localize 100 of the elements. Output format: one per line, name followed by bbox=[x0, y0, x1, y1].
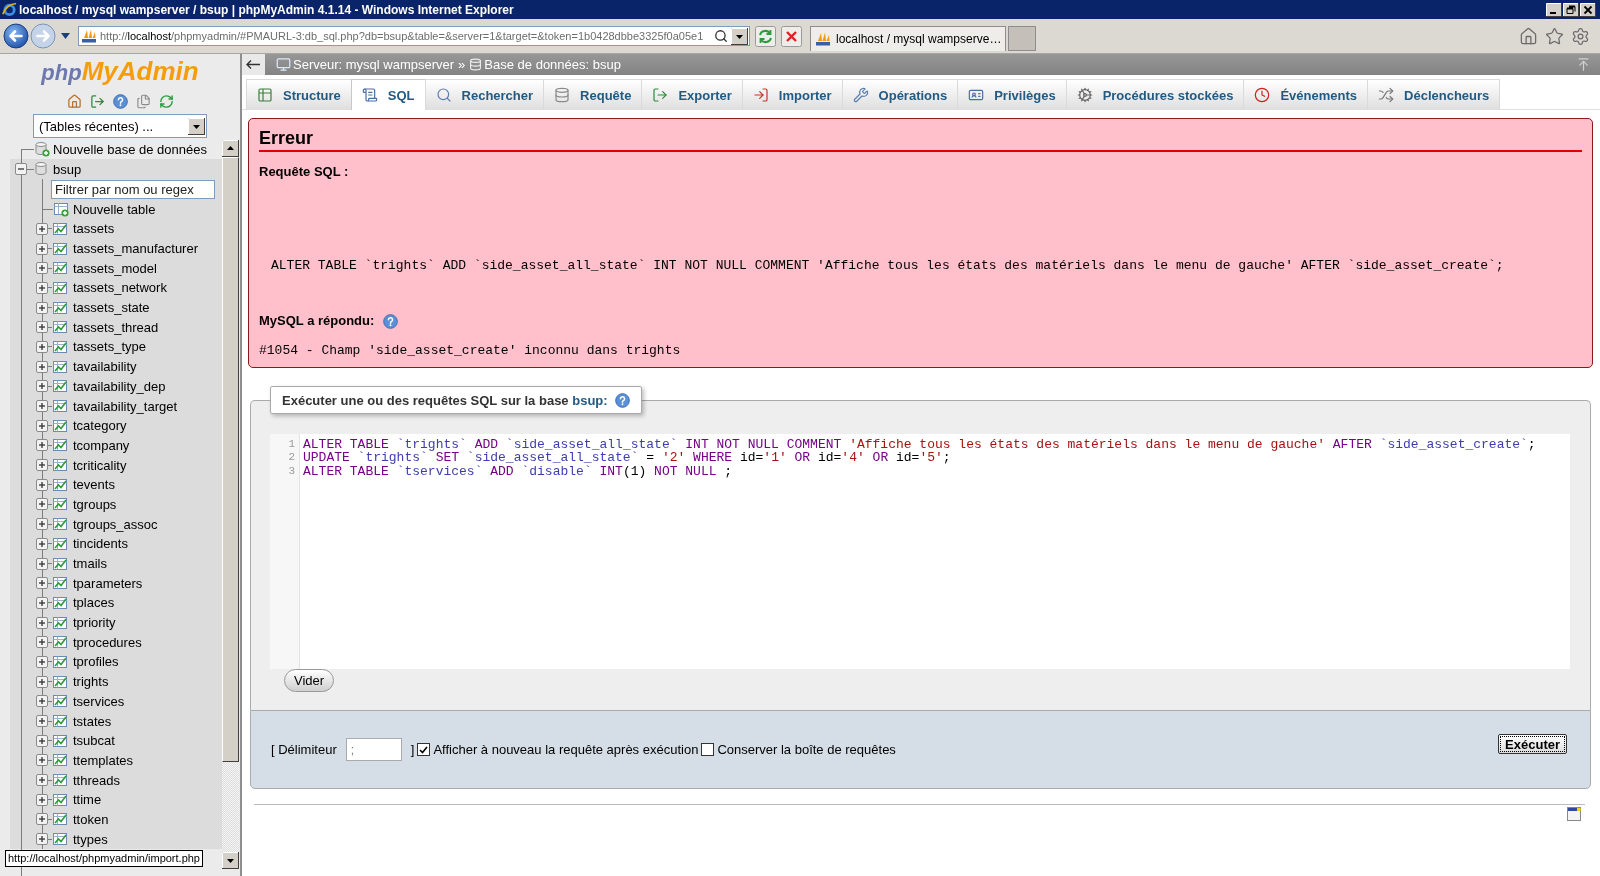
plus-box-icon[interactable] bbox=[36, 301, 48, 314]
plus-box-icon[interactable] bbox=[36, 577, 48, 590]
plus-box-icon[interactable] bbox=[36, 281, 48, 294]
plus-box-icon[interactable] bbox=[36, 242, 48, 255]
clear-button[interactable]: Vider bbox=[284, 669, 335, 692]
plus-box-icon[interactable] bbox=[36, 715, 48, 728]
plus-box-icon[interactable] bbox=[36, 813, 48, 826]
close-icon[interactable] bbox=[1580, 2, 1596, 17]
table-link[interactable]: tgroups bbox=[73, 496, 117, 512]
address-field[interactable]: http://localhost/phpmyadmin/#PMAURL-3:db_sql.php?db=bsup&table=&server=1&target=&token=1b0428dbbe3325f0a05e1 bbox=[78, 26, 750, 46]
table-link[interactable]: tassets_state bbox=[73, 300, 150, 316]
table-link[interactable]: tassets_type bbox=[73, 339, 146, 355]
recent-tables-select[interactable]: (Tables récentes) ... bbox=[33, 114, 207, 138]
home-icon[interactable] bbox=[1519, 26, 1538, 46]
search-icon[interactable] bbox=[714, 29, 728, 43]
logo-text[interactable]: phpMyAdmin bbox=[0, 58, 240, 86]
plus-box-icon[interactable] bbox=[36, 655, 48, 668]
plus-box-icon[interactable] bbox=[36, 518, 48, 531]
restore-icon[interactable] bbox=[1563, 2, 1579, 17]
database-link[interactable]: bsup bbox=[53, 161, 82, 177]
home-icon[interactable] bbox=[66, 93, 82, 109]
plus-box-icon[interactable] bbox=[36, 222, 48, 235]
plus-box-icon[interactable] bbox=[36, 419, 48, 432]
dropdown-arrow-icon[interactable] bbox=[188, 117, 205, 135]
tab[interactable]: Exporter bbox=[641, 79, 743, 110]
plus-box-icon[interactable] bbox=[36, 340, 48, 353]
table-link[interactable]: tevents bbox=[73, 477, 115, 493]
caret-icon[interactable] bbox=[61, 33, 70, 39]
delimiter-field[interactable]: ; bbox=[345, 738, 402, 761]
plus-box-icon[interactable] bbox=[36, 537, 48, 550]
plus-box-icon[interactable] bbox=[36, 695, 48, 708]
table-link[interactable]: tassets_thread bbox=[73, 319, 159, 335]
database-link[interactable]: bsup: bbox=[572, 392, 608, 408]
checkbox[interactable] bbox=[701, 743, 715, 756]
table-link[interactable]: tavailability bbox=[73, 359, 137, 375]
execute-button[interactable]: Exécuter bbox=[1498, 734, 1567, 754]
plus-box-icon[interactable] bbox=[36, 360, 48, 373]
plus-box-icon[interactable] bbox=[36, 754, 48, 767]
tab[interactable]: Privilèges bbox=[957, 79, 1067, 110]
table-link[interactable]: tpriority bbox=[73, 615, 116, 631]
table-link[interactable]: tparameters bbox=[73, 575, 143, 591]
table-link[interactable]: tsubcat bbox=[73, 733, 115, 749]
tab[interactable]: Structure bbox=[246, 79, 352, 110]
table-link[interactable]: trights bbox=[73, 674, 109, 690]
plus-box-icon[interactable] bbox=[36, 833, 48, 846]
stop-icon[interactable] bbox=[781, 25, 802, 47]
plus-box-icon[interactable] bbox=[36, 321, 48, 334]
table-link[interactable]: tincidents bbox=[73, 536, 128, 552]
plus-box-icon[interactable] bbox=[36, 439, 48, 452]
table-link[interactable]: tavailability_target bbox=[73, 398, 178, 414]
plus-box-icon[interactable] bbox=[36, 380, 48, 393]
scrollbar-track[interactable] bbox=[222, 140, 239, 869]
plus-box-icon[interactable] bbox=[36, 459, 48, 472]
table-link[interactable]: tstates bbox=[73, 713, 112, 729]
tab[interactable]: Déclencheurs bbox=[1367, 79, 1501, 110]
new-database-link[interactable]: Nouvelle base de données bbox=[53, 141, 207, 157]
refresh-icon[interactable] bbox=[755, 25, 776, 47]
checkbox[interactable] bbox=[417, 743, 431, 756]
table-link[interactable]: tassets_model bbox=[73, 260, 157, 276]
tab[interactable]: SQL bbox=[350, 79, 426, 110]
table-link[interactable]: ttoken bbox=[73, 811, 109, 827]
table-link[interactable]: tmails bbox=[73, 556, 107, 572]
plus-box-icon[interactable] bbox=[36, 616, 48, 629]
table-link[interactable]: tthreads bbox=[73, 772, 120, 788]
help-icon[interactable] bbox=[112, 93, 128, 109]
table-link[interactable]: ttemplates bbox=[73, 752, 133, 768]
new-table-link[interactable]: Nouvelle table bbox=[73, 201, 156, 217]
plus-box-icon[interactable] bbox=[36, 478, 48, 491]
tab[interactable]: Requête bbox=[543, 79, 643, 110]
table-link[interactable]: tgroups_assoc bbox=[73, 516, 158, 532]
plus-box-icon[interactable] bbox=[36, 675, 48, 688]
plus-box-icon[interactable] bbox=[36, 400, 48, 413]
table-link[interactable]: tavailability_dep bbox=[73, 378, 166, 394]
minus-box-icon[interactable] bbox=[15, 163, 27, 175]
table-link[interactable]: tcriticality bbox=[73, 457, 127, 473]
dropdown-arrow-icon[interactable] bbox=[731, 27, 748, 45]
plus-box-icon[interactable] bbox=[36, 557, 48, 570]
plus-box-icon[interactable] bbox=[36, 793, 48, 806]
refresh-icon[interactable] bbox=[158, 93, 174, 109]
plus-box-icon[interactable] bbox=[36, 636, 48, 649]
star-icon[interactable] bbox=[1545, 26, 1564, 46]
scroll-up-arrow-icon[interactable] bbox=[222, 140, 239, 157]
table-link[interactable]: tassets_network bbox=[73, 280, 167, 296]
table-link[interactable]: tplaces bbox=[73, 595, 115, 611]
filter-field[interactable]: Filtrer par nom ou regex bbox=[51, 179, 215, 199]
table-link[interactable]: tcategory bbox=[73, 418, 127, 434]
tab[interactable]: Importer bbox=[741, 79, 843, 110]
table-link[interactable]: tassets bbox=[73, 221, 115, 237]
help-icon[interactable] bbox=[383, 313, 399, 329]
window-icon[interactable] bbox=[1567, 807, 1581, 821]
table-link[interactable]: ttime bbox=[73, 792, 102, 808]
scrollbar-thumb[interactable] bbox=[222, 157, 239, 762]
tab[interactable]: Opérations bbox=[841, 79, 959, 110]
arrow-left-icon[interactable] bbox=[242, 54, 265, 75]
help-icon[interactable] bbox=[614, 392, 630, 408]
plus-box-icon[interactable] bbox=[36, 262, 48, 275]
browser-tab[interactable]: localhost / mysql wampserve… bbox=[810, 26, 1006, 51]
tab[interactable]: Événements bbox=[1243, 79, 1369, 110]
pages-icon[interactable] bbox=[135, 93, 151, 109]
tab[interactable]: Procédures stockées bbox=[1065, 79, 1245, 110]
